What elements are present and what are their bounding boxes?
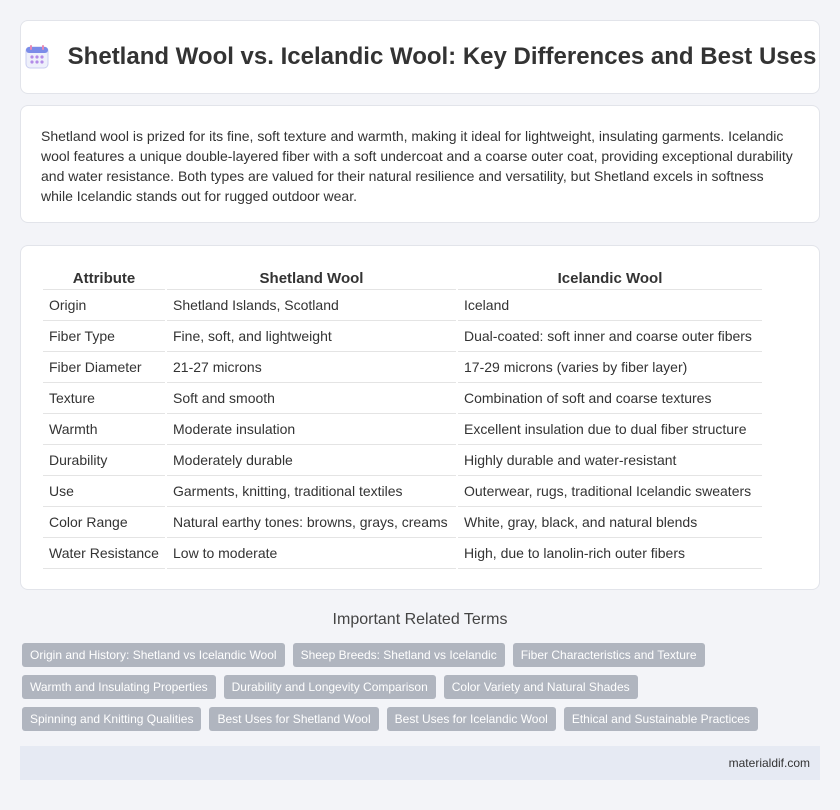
related-term-tag[interactable]: Spinning and Knitting Qualities bbox=[22, 707, 202, 731]
cell-icelandic: Excellent insulation due to dual fiber s… bbox=[458, 414, 762, 445]
table-row: Fiber Diameter 21-27 microns 17-29 micro… bbox=[43, 352, 762, 383]
cell-attribute: Durability bbox=[43, 445, 165, 476]
cell-attribute: Color Range bbox=[43, 507, 165, 538]
cell-shetland: Low to moderate bbox=[167, 538, 456, 569]
cell-attribute: Origin bbox=[43, 290, 165, 321]
cell-shetland: Fine, soft, and lightweight bbox=[167, 321, 456, 352]
footer-site-link[interactable]: materialdif.com bbox=[729, 756, 810, 770]
cell-shetland: Shetland Islands, Scotland bbox=[167, 290, 456, 321]
intro-text: Shetland wool is prized for its fine, so… bbox=[41, 128, 793, 204]
related-term-tag[interactable]: Best Uses for Shetland Wool bbox=[209, 707, 379, 731]
table-header-row: Attribute Shetland Wool Icelandic Wool bbox=[43, 266, 762, 290]
cell-shetland: 21-27 microns bbox=[167, 352, 456, 383]
cell-shetland: Moderate insulation bbox=[167, 414, 456, 445]
related-term-tag[interactable]: Best Uses for Icelandic Wool bbox=[386, 707, 556, 731]
related-term-tag[interactable]: Fiber Characteristics and Texture bbox=[512, 643, 705, 667]
calendar-grid-icon bbox=[24, 44, 50, 70]
cell-icelandic: Outerwear, rugs, traditional Icelandic s… bbox=[458, 476, 762, 507]
cell-attribute: Texture bbox=[43, 383, 165, 414]
cell-icelandic: Dual-coated: soft inner and coarse outer… bbox=[458, 321, 762, 352]
cell-icelandic: 17-29 microns (varies by fiber layer) bbox=[458, 352, 762, 383]
table-row: Origin Shetland Islands, Scotland Icelan… bbox=[43, 290, 762, 321]
table-row: Color Range Natural earthy tones: browns… bbox=[43, 507, 762, 538]
cell-shetland: Natural earthy tones: browns, grays, cre… bbox=[167, 507, 456, 538]
related-terms-list: Origin and History: Shetland vs Icelandi… bbox=[22, 643, 822, 731]
cell-attribute: Water Resistance bbox=[43, 538, 165, 569]
cell-attribute: Use bbox=[43, 476, 165, 507]
cell-icelandic: Combination of soft and coarse textures bbox=[458, 383, 762, 414]
header-attribute: Attribute bbox=[43, 266, 165, 290]
header-icelandic: Icelandic Wool bbox=[458, 266, 762, 290]
related-term-tag[interactable]: Ethical and Sustainable Practices bbox=[563, 707, 758, 731]
cell-attribute: Fiber Diameter bbox=[43, 352, 165, 383]
related-term-tag[interactable]: Sheep Breeds: Shetland vs Icelandic bbox=[292, 643, 505, 667]
table-row: Durability Moderately durable Highly dur… bbox=[43, 445, 762, 476]
table-row: Texture Soft and smooth Combination of s… bbox=[43, 383, 762, 414]
table-row: Fiber Type Fine, soft, and lightweight D… bbox=[43, 321, 762, 352]
related-term-tag[interactable]: Origin and History: Shetland vs Icelandi… bbox=[22, 643, 285, 667]
page-title: Shetland Wool vs. Icelandic Wool: Key Di… bbox=[67, 43, 817, 70]
related-term-tag[interactable]: Durability and Longevity Comparison bbox=[223, 675, 436, 699]
cell-icelandic: Highly durable and water-resistant bbox=[458, 445, 762, 476]
related-terms-heading: Important Related Terms bbox=[332, 611, 508, 628]
related-term-tag[interactable]: Warmth and Insulating Properties bbox=[22, 675, 216, 699]
cell-shetland: Garments, knitting, traditional textiles bbox=[167, 476, 456, 507]
table-row: Use Garments, knitting, traditional text… bbox=[43, 476, 762, 507]
title-card: Shetland Wool vs. Icelandic Wool: Key Di… bbox=[20, 20, 820, 94]
cell-shetland: Moderately durable bbox=[167, 445, 456, 476]
cell-icelandic: White, gray, black, and natural blends bbox=[458, 507, 762, 538]
intro-card: Shetland wool is prized for its fine, so… bbox=[20, 105, 820, 223]
comparison-table: Attribute Shetland Wool Icelandic Wool O… bbox=[41, 266, 764, 569]
footer: materialdif.com bbox=[20, 746, 820, 780]
cell-attribute: Fiber Type bbox=[43, 321, 165, 352]
header-shetland: Shetland Wool bbox=[167, 266, 456, 290]
cell-icelandic: Iceland bbox=[458, 290, 762, 321]
cell-attribute: Warmth bbox=[43, 414, 165, 445]
related-term-tag[interactable]: Color Variety and Natural Shades bbox=[443, 675, 638, 699]
comparison-card: Attribute Shetland Wool Icelandic Wool O… bbox=[20, 245, 820, 590]
table-row: Water Resistance Low to moderate High, d… bbox=[43, 538, 762, 569]
cell-icelandic: High, due to lanolin-rich outer fibers bbox=[458, 538, 762, 569]
table-row: Warmth Moderate insulation Excellent ins… bbox=[43, 414, 762, 445]
cell-shetland: Soft and smooth bbox=[167, 383, 456, 414]
